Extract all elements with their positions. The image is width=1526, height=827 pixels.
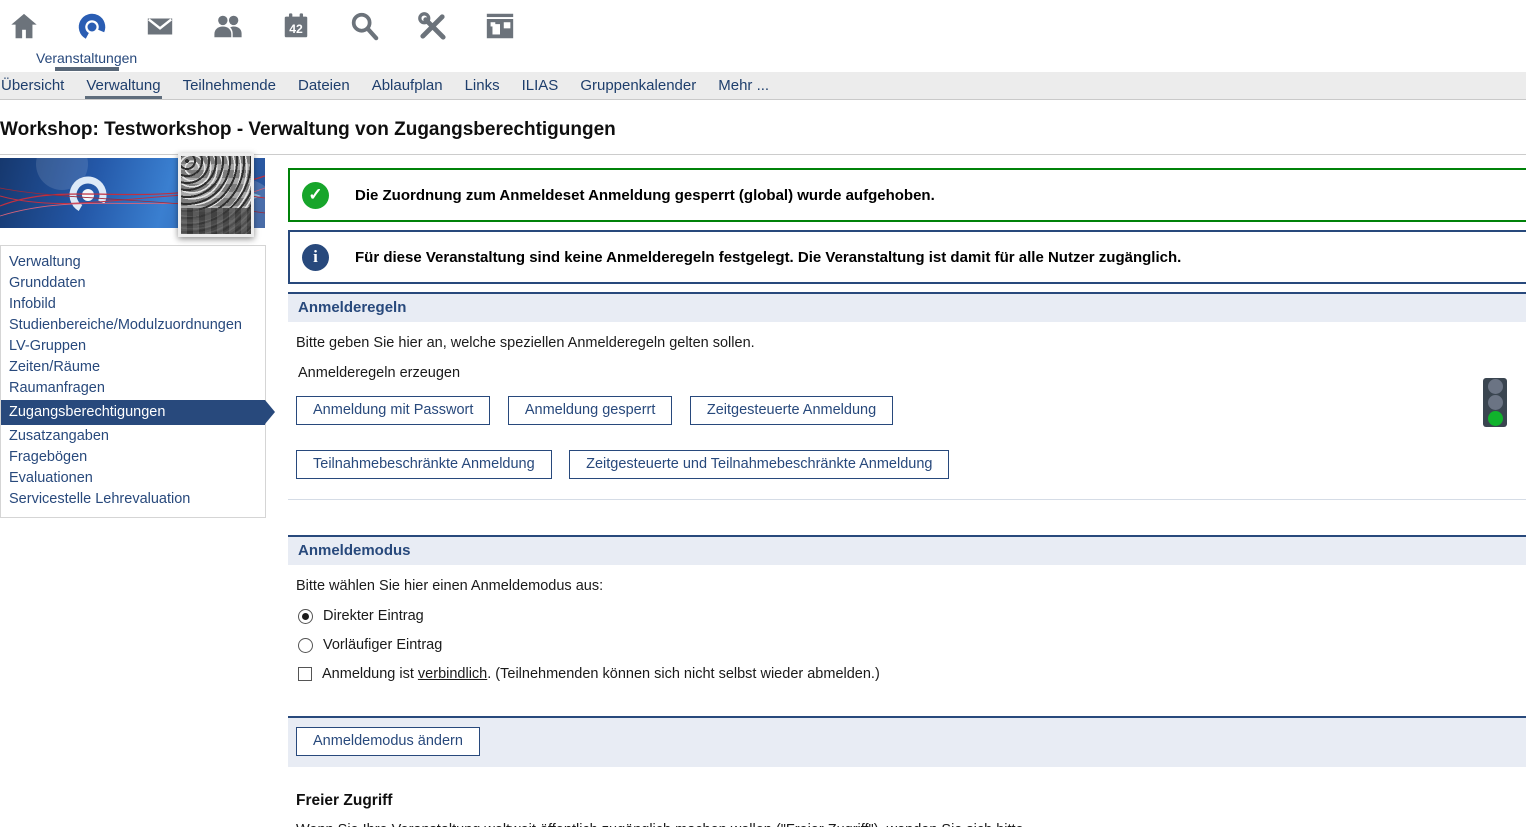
radio-vorlaeufiger-eintrag[interactable] <box>298 638 313 653</box>
anmelderegeln-body: Bitte geben Sie hier an, welche speziell… <box>288 322 1526 499</box>
anmelderegeln-intro: Bitte geben Sie hier an, welche speziell… <box>296 335 1518 351</box>
sidenav-item-servicestelle[interactable]: Servicestelle Lehrevaluation <box>1 489 265 510</box>
admin-sidenav: Verwaltung Grunddaten Infobild Studienbe… <box>0 245 266 518</box>
page-title: Workshop: Testworkshop - Verwaltung von … <box>0 119 1526 141</box>
button-anmeldung-mit-passwort[interactable]: Anmeldung mit Passwort <box>296 396 490 425</box>
course-tabbar: Übersicht Verwaltung Teilnehmende Dateie… <box>0 72 1526 100</box>
success-check-icon: ✓ <box>302 182 329 209</box>
radio-direkter-eintrag[interactable] <box>298 609 313 624</box>
section-anmelderegeln: Anmelderegeln Bitte geben Sie hier an, w… <box>288 292 1526 500</box>
sidebar: Verwaltung Grunddaten Infobild Studienbe… <box>0 158 276 518</box>
top-toolbar: 42 <box>0 0 1526 72</box>
studip-page: 42 <box>0 0 1526 827</box>
checkbox-row-verbindlich: Anmeldung ist verbindlich. (Teilnehmende… <box>296 666 1518 682</box>
search-icon[interactable] <box>348 11 380 49</box>
anmelderegeln-button-row-2: Teilnahmebeschränkte Anmeldung Zeitgeste… <box>296 450 1518 499</box>
verbindlich-tooltip-term: verbindlich <box>418 666 487 682</box>
toolbar-active-label[interactable]: Veranstaltungen <box>36 50 137 66</box>
calendar-icon[interactable]: 42 <box>280 11 312 49</box>
anmeldemodus-header: Anmeldemodus <box>288 535 1526 565</box>
news-board-icon[interactable] <box>484 11 516 49</box>
tab-mehr[interactable]: Mehr ... <box>707 72 780 99</box>
button-zeitgesteuerte-und-teilnahmebeschraenkte-anmeldung[interactable]: Zeitgesteuerte und Teilnahmebeschränkte … <box>569 450 949 479</box>
tab-verwaltung[interactable]: Verwaltung <box>75 72 171 99</box>
freier-zugriff-text: Wenn Sie Ihre Veranstaltung weltweit öff… <box>296 820 1036 827</box>
course-photo <box>178 153 254 237</box>
sidenav-item-zugangsberechtigungen[interactable]: Zugangsberechtigungen <box>1 400 265 425</box>
radio-row-vorlaeufiger-eintrag: Vorläufiger Eintrag <box>296 637 1518 653</box>
success-message: ✓ Die Zuordnung zum Anmeldeset Anmeldung… <box>288 168 1526 222</box>
course-banner <box>0 158 265 228</box>
tab-ilias[interactable]: ILIAS <box>511 72 570 99</box>
traffic-light-red-off <box>1488 379 1503 394</box>
calendar-day-number: 42 <box>289 22 303 36</box>
checkbox-label-verbindlich[interactable]: Anmeldung ist verbindlich. (Teilnehmende… <box>322 666 880 682</box>
anmelderegeln-create-label: Anmelderegeln erzeugen <box>298 365 1518 381</box>
info-message-text: Für diese Veranstaltung sind keine Anmel… <box>355 249 1181 266</box>
checkbox-anmeldung-verbindlich[interactable] <box>298 667 312 681</box>
traffic-light-yellow-off <box>1488 395 1503 410</box>
sidenav-item-infobild[interactable]: Infobild <box>1 294 265 315</box>
home-icon[interactable] <box>8 11 40 49</box>
toolbar-icon-row: 42 <box>0 0 1526 49</box>
sidenav-item-lv-gruppen[interactable]: LV-Gruppen <box>1 336 265 357</box>
sidenav-item-verwaltung[interactable]: Verwaltung <box>1 252 265 273</box>
anmeldemodus-footer: Anmeldemodus ändern <box>288 716 1526 767</box>
title-block: Workshop: Testworkshop - Verwaltung von … <box>0 100 1526 155</box>
sidenav-item-zeiten-raeume[interactable]: Zeiten/Räume <box>1 357 265 378</box>
button-teilnahmebeschraenkte-anmeldung[interactable]: Teilnahmebeschränkte Anmeldung <box>296 450 552 479</box>
button-zeitgesteuerte-anmeldung[interactable]: Zeitgesteuerte Anmeldung <box>690 396 893 425</box>
sidenav-item-raumanfragen[interactable]: Raumanfragen <box>1 378 265 399</box>
community-icon[interactable] <box>212 11 244 49</box>
success-message-text: Die Zuordnung zum Anmeldeset Anmeldung g… <box>355 187 935 204</box>
sidenav-item-grunddaten[interactable]: Grunddaten <box>1 273 265 294</box>
anmelderegeln-button-row-1: Anmeldung mit Passwort Anmeldung gesperr… <box>296 396 1518 425</box>
anmeldemodus-body: Bitte wählen Sie hier einen Anmeldemodus… <box>288 565 1526 716</box>
section-gap <box>288 500 1526 535</box>
freier-zugriff-section: Freier Zugriff Wenn Sie Ihre Veranstaltu… <box>296 792 1526 827</box>
sidenav-item-frageboegen[interactable]: Fragebögen <box>1 447 265 468</box>
toolbar-active-underline <box>55 67 119 71</box>
tab-teilnehmende[interactable]: Teilnehmende <box>172 72 287 99</box>
sidenav-item-zusatzangaben[interactable]: Zusatzangaben <box>1 426 265 447</box>
traffic-light-green-on <box>1488 411 1503 426</box>
tab-links[interactable]: Links <box>454 72 511 99</box>
tools-icon[interactable] <box>416 11 448 49</box>
anmeldemodus-intro: Bitte wählen Sie hier einen Anmeldemodus… <box>296 578 1518 594</box>
anmelderegeln-header: Anmelderegeln <box>288 292 1526 322</box>
section-anmeldemodus: Anmeldemodus Bitte wählen Sie hier einen… <box>288 535 1526 767</box>
tab-uebersicht[interactable]: Übersicht <box>0 72 75 99</box>
anmeldemodus-aendern-button[interactable]: Anmeldemodus ändern <box>296 727 480 756</box>
info-icon: i <box>302 244 329 271</box>
tab-gruppenkalender[interactable]: Gruppenkalender <box>569 72 707 99</box>
traffic-light-indicator[interactable] <box>1483 378 1507 427</box>
mail-icon[interactable] <box>144 11 176 49</box>
sidenav-item-studienbereiche[interactable]: Studienbereiche/Modulzuordnungen <box>1 315 265 336</box>
tab-dateien[interactable]: Dateien <box>287 72 361 99</box>
info-message: i Für diese Veranstaltung sind keine Anm… <box>288 230 1526 284</box>
main-content: ✓ Die Zuordnung zum Anmeldeset Anmeldung… <box>288 168 1526 827</box>
freier-zugriff-heading: Freier Zugriff <box>296 792 1526 810</box>
radio-label-vorlaeufiger-eintrag[interactable]: Vorläufiger Eintrag <box>323 637 442 653</box>
radio-row-direkter-eintrag: Direkter Eintrag <box>296 608 1518 624</box>
sidenav-item-evaluationen[interactable]: Evaluationen <box>1 468 265 489</box>
veranstaltungen-spiral-icon[interactable] <box>76 11 108 49</box>
radio-label-direkter-eintrag[interactable]: Direkter Eintrag <box>323 608 424 624</box>
tab-ablaufplan[interactable]: Ablaufplan <box>361 72 454 99</box>
button-anmeldung-gesperrt[interactable]: Anmeldung gesperrt <box>508 396 673 425</box>
